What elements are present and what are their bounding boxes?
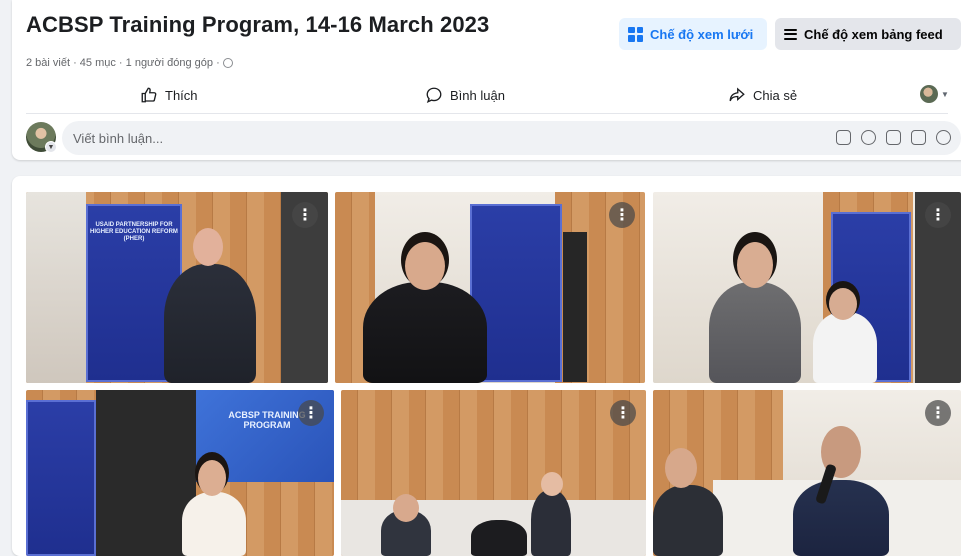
audience-figure <box>653 485 723 556</box>
audience-figure <box>793 480 889 556</box>
globe-icon <box>222 58 233 68</box>
photo-item[interactable]: USAID PARTNERSHIP FOR HIGHER EDUCATION R… <box>26 192 328 383</box>
more-options-icon[interactable]: ⋮ <box>292 202 318 228</box>
chevron-down-icon: ▼ <box>941 89 949 99</box>
grid-icon <box>628 26 643 42</box>
divider <box>26 113 948 114</box>
more-options-icon[interactable]: ⋮ <box>609 202 635 228</box>
avatar-sticker-icon[interactable] <box>836 130 851 145</box>
list-icon <box>784 28 797 40</box>
chevron-down-icon[interactable]: ▼ <box>45 141 57 153</box>
more-options-icon[interactable]: ⋮ <box>298 400 324 426</box>
album-meta-text: 2 bài viết · 45 mục · 1 người đóng góp · <box>26 57 220 69</box>
album-title: ACBSP Training Program, 14-16 March 2023 <box>26 12 490 37</box>
comment-label: Bình luận <box>450 87 505 103</box>
share-button[interactable]: Chia sẻ <box>728 80 797 110</box>
photo-item[interactable]: ACBSP TRAINING PROGRAM ⋮ <box>26 390 334 556</box>
photo-item[interactable]: ⋮ <box>653 390 961 556</box>
like-label: Thích <box>165 87 198 103</box>
share-arrow-icon <box>729 87 745 102</box>
grid-view-button[interactable]: Chế độ xem lưới <box>619 18 767 50</box>
action-bar: Thích Bình luận Chia sẻ ▼ <box>12 80 960 110</box>
profile-switcher[interactable]: ▼ <box>920 85 949 103</box>
camera-icon[interactable] <box>886 130 901 145</box>
sticker-icon[interactable] <box>936 130 951 145</box>
like-button[interactable]: Thích <box>140 80 198 110</box>
audience-figure <box>471 520 527 556</box>
album-meta: 2 bài viết · 45 mục · 1 người đóng góp · <box>26 57 233 69</box>
speaker-figure <box>164 264 256 383</box>
share-label: Chia sẻ <box>753 87 798 103</box>
speech-bubble-icon <box>426 87 442 104</box>
more-options-icon[interactable]: ⋮ <box>925 202 951 228</box>
feed-view-label: Chế độ xem bảng feed <box>804 26 943 42</box>
grid-view-label: Chế độ xem lưới <box>650 26 754 42</box>
speaker-figure <box>182 492 246 556</box>
photo-grid: USAID PARTNERSHIP FOR HIGHER EDUCATION R… <box>12 176 961 556</box>
avatar <box>920 85 938 103</box>
photo-item[interactable]: ⋮ <box>341 390 646 556</box>
more-options-icon[interactable]: ⋮ <box>610 400 636 426</box>
feed-view-button[interactable]: Chế độ xem bảng feed <box>775 18 961 50</box>
comment-button[interactable]: Bình luận <box>425 80 505 110</box>
audience-figure <box>531 490 571 556</box>
gif-icon[interactable] <box>911 130 926 145</box>
comment-composer: ▼ Viết bình luận... <box>26 121 961 155</box>
speaker-figure <box>709 282 801 383</box>
photo-item[interactable]: ⋮ <box>653 192 961 383</box>
more-options-icon[interactable]: ⋮ <box>925 400 951 426</box>
banner-text: USAID PARTNERSHIP FOR HIGHER EDUCATION R… <box>90 222 178 242</box>
speaker-figure <box>363 282 487 383</box>
comment-tools <box>836 130 951 145</box>
emoji-icon[interactable] <box>861 130 876 145</box>
comment-input[interactable]: Viết bình luận... <box>62 121 961 155</box>
thumbs-up-icon <box>141 87 157 103</box>
audience-figure <box>813 312 877 383</box>
photo-item[interactable]: ⋮ <box>335 192 645 383</box>
comment-placeholder: Viết bình luận... <box>73 130 164 146</box>
